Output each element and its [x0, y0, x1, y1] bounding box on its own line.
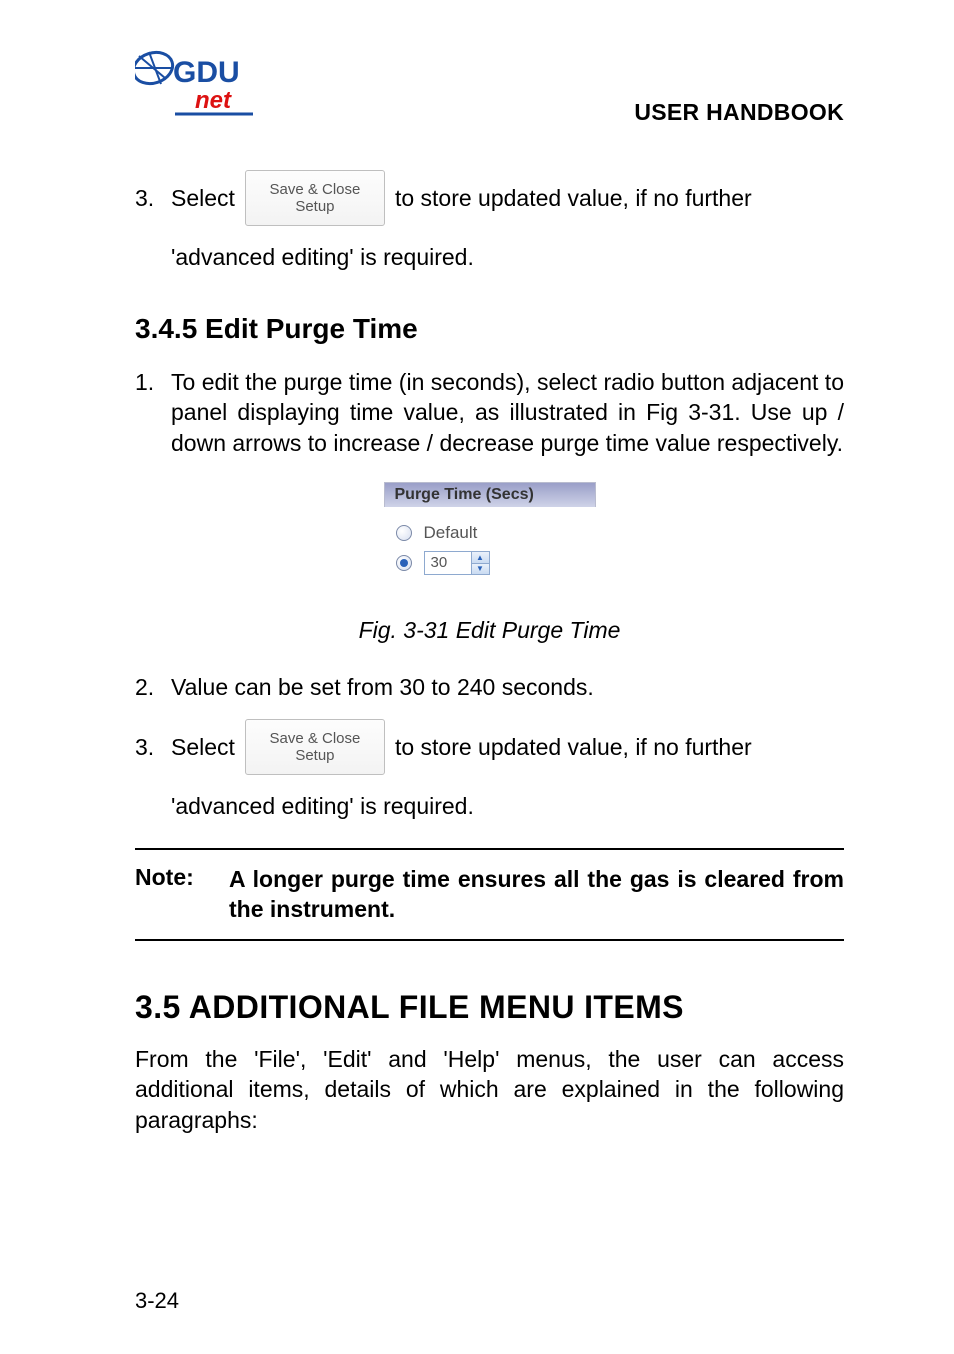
button-label-line1: Save & Close [269, 730, 360, 747]
step-3-bottom-cont: 'advanced editing' is required. [171, 793, 844, 820]
spinner-up-icon[interactable]: ▲ [472, 552, 489, 564]
purge-default-row: Default [396, 523, 584, 543]
step-3-top-cont: 'advanced editing' is required. [171, 244, 844, 271]
purge-custom-row: 30 ▲ ▼ [396, 551, 584, 575]
spinner-down-icon[interactable]: ▼ [472, 564, 489, 575]
radio-default-label: Default [424, 523, 478, 543]
list-number: 3. [135, 734, 171, 761]
logo-text-top: GDU [173, 56, 240, 89]
note-text: A longer purge time ensures all the gas … [229, 864, 844, 925]
purge-time-spinner[interactable]: 30 ▲ ▼ [424, 551, 490, 575]
step-1: 1. To edit the purge time (in seconds), … [135, 367, 844, 458]
purge-time-panel: Purge Time (Secs) Default 30 ▲ ▼ [384, 482, 596, 595]
save-close-setup-button[interactable]: Save & Close Setup [245, 170, 385, 226]
step-text-pre: Select [171, 734, 235, 761]
note-label: Note: [135, 864, 229, 925]
step-text-post: to store updated value, if no further [395, 734, 752, 761]
save-close-setup-button[interactable]: Save & Close Setup [245, 719, 385, 775]
logo-text-bottom: net [195, 87, 232, 114]
page-title: USER HANDBOOK [634, 99, 844, 126]
page-header: GDU net USER HANDBOOK [135, 48, 844, 126]
list-number: 2. [135, 674, 171, 701]
radio-custom[interactable] [396, 555, 412, 571]
step-3-top: 3. Select Save & Close Setup to store up… [135, 170, 844, 226]
purge-panel-header: Purge Time (Secs) [384, 482, 596, 507]
radio-default[interactable] [396, 525, 412, 541]
step-2-text: Value can be set from 30 to 240 seconds. [171, 674, 594, 701]
button-label-line1: Save & Close [269, 181, 360, 198]
button-label-line2: Setup [295, 747, 334, 764]
step-3-bottom: 3. Select Save & Close Setup to store up… [135, 719, 844, 775]
spinner-buttons: ▲ ▼ [471, 552, 489, 574]
heading-3-5: 3.5 ADDITIONAL FILE MENU ITEMS [135, 989, 844, 1026]
step-text-post: to store updated value, if no further [395, 185, 752, 212]
step-1-text: To edit the purge time (in seconds), sel… [171, 367, 844, 458]
step-2: 2. Value can be set from 30 to 240 secon… [135, 674, 844, 701]
note-block: Note: A longer purge time ensures all th… [135, 848, 844, 941]
section-3-5-body: From the 'File', 'Edit' and 'Help' menus… [135, 1044, 844, 1135]
figure-caption-3-31: Fig. 3-31 Edit Purge Time [135, 617, 844, 644]
button-label-line2: Setup [295, 198, 334, 215]
step-text-pre: Select [171, 185, 235, 212]
list-number: 1. [135, 367, 171, 458]
spinner-value: 30 [425, 552, 471, 574]
heading-3-4-5: 3.4.5 Edit Purge Time [135, 313, 844, 345]
brand-logo: GDU net [135, 48, 255, 126]
page-number: 3-24 [135, 1288, 179, 1314]
purge-panel-body: Default 30 ▲ ▼ [384, 507, 596, 595]
list-number: 3. [135, 185, 171, 212]
